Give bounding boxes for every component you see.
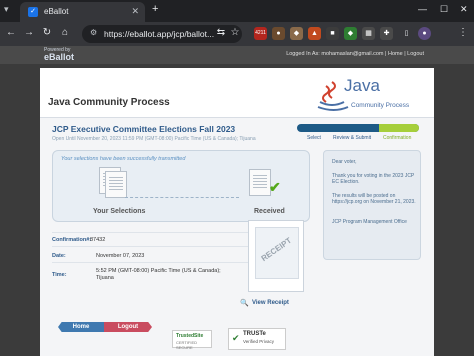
tab-search-icon[interactable]: ▾ xyxy=(4,4,16,16)
status-panel: Your selections have been successfully t… xyxy=(52,150,310,222)
logout-button[interactable]: Logout xyxy=(104,322,152,332)
minimize-icon[interactable]: — xyxy=(418,4,427,14)
eballot-logo[interactable]: eBallot xyxy=(44,52,74,62)
new-tab-icon[interactable]: + xyxy=(152,3,158,15)
your-selections-label: Your Selections xyxy=(93,208,146,215)
transmission-line xyxy=(125,197,239,198)
maximize-icon[interactable]: ☐ xyxy=(440,4,448,15)
truste-badge[interactable]: TRUSTe Verified Privacy ✔ xyxy=(228,328,286,350)
side-panel-icon[interactable]: ▯ xyxy=(400,27,413,40)
time-row: Time: 5:52 PM (GMT-08:00) Pacific Time (… xyxy=(52,262,248,284)
url-text: https://eballot.app/jcp/ballot... xyxy=(104,29,215,39)
step-select: Select xyxy=(307,135,321,141)
magnifier-icon[interactable]: 🔍 xyxy=(240,299,249,307)
extension-badge-icon[interactable]: 4211 xyxy=(254,27,267,40)
progress-bar-active-segment xyxy=(379,124,419,132)
extension-fox-icon[interactable]: ◆ xyxy=(290,27,303,40)
confirmation-label: Confirmation#: xyxy=(52,237,92,243)
translate-icon[interactable]: ⇆ xyxy=(214,27,228,38)
voter-message-box: Dear voter, Thank you for voting in the … xyxy=(323,150,421,260)
time-value-line1: 5:52 PM (GMT-08:00) Pacific Time (US & C… xyxy=(96,268,221,274)
extension-icon[interactable]: ● xyxy=(272,27,285,40)
header-home-link[interactable]: Home xyxy=(388,51,403,57)
eballot-favicon-icon: ✓ xyxy=(28,7,38,17)
extension-shield-icon[interactable]: ◆ xyxy=(344,27,357,40)
open-until-text: Open Until November 20, 2023 11:59 PM (G… xyxy=(52,136,256,142)
date-row: Date: November 07, 2023 xyxy=(52,246,248,260)
truste-sub: Verified Privacy xyxy=(243,339,275,344)
browser-tab[interactable]: ✓ eBallot ✕ xyxy=(20,2,145,22)
browser-tab-bar: ▾ ✓ eBallot ✕ + — ☐ ✕ xyxy=(0,0,474,22)
status-message: Your selections have been successfully t… xyxy=(61,156,186,162)
menu-kebab-icon[interactable]: ⋮ xyxy=(456,27,470,38)
header-logout-link[interactable]: Logout xyxy=(407,51,424,57)
logged-in-info: Logged In As: mohamaslan@gmail.com | Hom… xyxy=(286,51,424,57)
time-value-line2: Tijuana xyxy=(96,275,114,281)
java-logo-text: Java xyxy=(344,76,380,95)
browser-toolbar: ← → ↻ ⌂ ⚙ https://eballot.app/jcp/ballot… xyxy=(0,22,474,46)
receipt-thumbnail[interactable]: RECEIPT xyxy=(248,220,304,292)
close-tab-icon[interactable]: ✕ xyxy=(131,6,139,17)
time-label: Time: xyxy=(52,272,67,278)
extensions-puzzle-icon[interactable]: ✚ xyxy=(380,27,393,40)
confirmation-row: Confirmation#: 87432 xyxy=(52,232,248,246)
view-receipt-link[interactable]: View Receipt xyxy=(252,300,289,306)
java-logo-subtitle: Community Process xyxy=(351,102,410,109)
document-stack-icon xyxy=(105,171,127,198)
profile-avatar-icon[interactable]: ● xyxy=(418,27,431,40)
greeting-text: Dear voter, xyxy=(332,159,357,165)
trustedsite-text: TrustedSite xyxy=(176,333,204,339)
back-icon[interactable]: ← xyxy=(4,27,18,38)
close-window-icon[interactable]: ✕ xyxy=(460,4,468,15)
progress-bar xyxy=(297,124,419,132)
received-document-icon xyxy=(249,169,271,196)
site-info-icon[interactable]: ⚙ xyxy=(90,28,97,37)
org-title: Java Community Process xyxy=(48,97,170,108)
step-confirmation: Confirmation xyxy=(383,135,412,141)
step-review-submit: Review & Submit xyxy=(333,135,372,141)
truste-check-icon: ✔ xyxy=(232,333,240,343)
confirmation-value: 87432 xyxy=(90,237,106,243)
logged-in-user: mohamaslan@gmail.com xyxy=(321,51,384,57)
extension-grid-icon[interactable]: ▦ xyxy=(362,27,375,40)
thanks-text: Thank you for voting in the 2023 JCP EC … xyxy=(332,173,415,185)
tab-title: eBallot xyxy=(44,7,69,16)
bookmark-star-icon[interactable]: ☆ xyxy=(228,27,242,38)
trustedsite-sub: CERTIFIED SECURE xyxy=(176,340,198,350)
date-label: Date: xyxy=(52,253,66,259)
forward-icon[interactable]: → xyxy=(22,27,36,38)
received-label: Received xyxy=(254,208,285,215)
logged-in-prefix: Logged In As: xyxy=(286,51,320,57)
checkmark-icon: ✔ xyxy=(269,179,281,195)
results-text: The results will be posted on https://jc… xyxy=(332,193,416,205)
election-title: JCP Executive Committee Elections Fall 2… xyxy=(52,124,236,134)
progress-steps: Select Review & Submit Confirmation xyxy=(297,124,419,146)
extension-dark-icon[interactable]: ■ xyxy=(326,27,339,40)
card-header: Java Community Process Java Community Pr… xyxy=(40,68,434,118)
page-viewport: Powered by eBallot Logged In As: mohamas… xyxy=(0,46,474,356)
signoff-text: JCP Program Management Office xyxy=(332,219,407,225)
home-button[interactable]: Home xyxy=(58,322,104,332)
site-header: Powered by eBallot Logged In As: mohamas… xyxy=(0,46,474,64)
extension-orange-icon[interactable]: ▲ xyxy=(308,27,321,40)
home-icon[interactable]: ⌂ xyxy=(58,27,72,38)
ballot-card: Java Community Process Java Community Pr… xyxy=(40,68,434,356)
date-value: November 07, 2023 xyxy=(96,253,145,259)
trustedsite-badge[interactable]: TrustedSite CERTIFIED SECURE xyxy=(172,330,212,350)
truste-text: TRUSTe xyxy=(243,331,266,337)
reload-icon[interactable]: ↻ xyxy=(40,27,54,38)
